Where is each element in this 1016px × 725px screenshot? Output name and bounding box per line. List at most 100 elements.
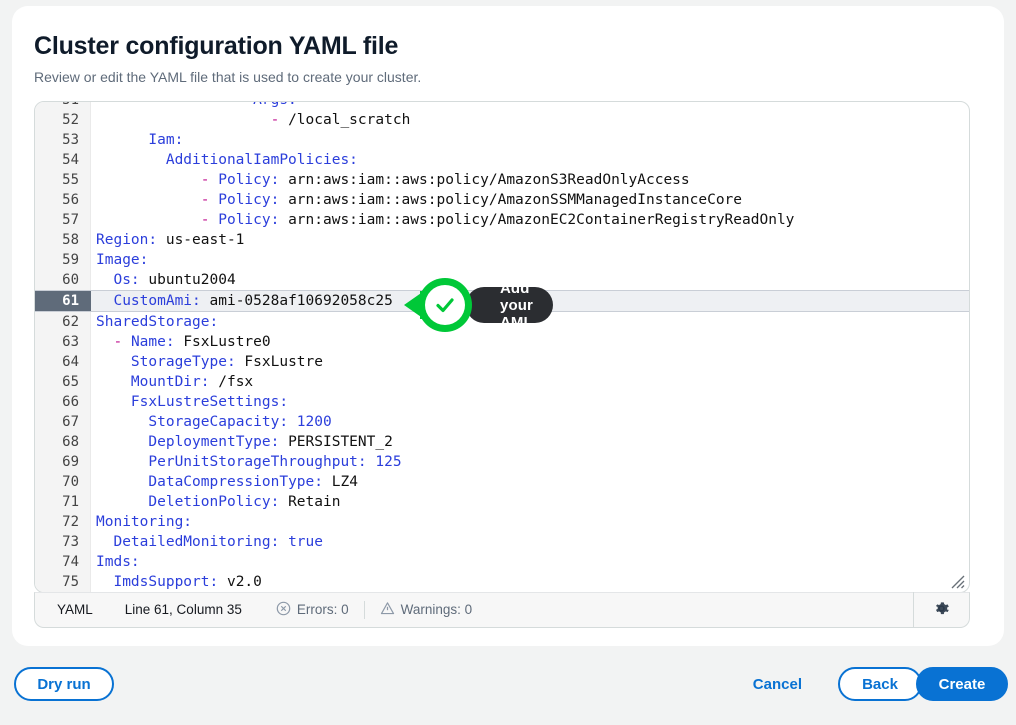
gear-icon xyxy=(932,599,951,621)
page-description: Review or edit the YAML file that is use… xyxy=(34,68,982,86)
code-token: /fsx xyxy=(210,374,254,390)
code-line[interactable]: 54 AdditionalIamPolicies: xyxy=(35,150,969,170)
yaml-code-editor[interactable]: 51 Args:52 - /local_scratch53 Iam:54 Add… xyxy=(34,101,970,593)
callout-pill: Add your AMI xyxy=(466,287,553,323)
code-line[interactable]: 58Region: us-east-1 xyxy=(35,230,969,250)
line-number: 71 xyxy=(35,492,91,512)
code-line-text: Monitoring: xyxy=(91,512,192,532)
code-token: CustomAmi: xyxy=(113,293,200,309)
code-line[interactable]: 59Image: xyxy=(35,250,969,270)
code-token: arn:aws:iam::aws:policy/AmazonSSMManaged… xyxy=(279,192,742,208)
code-line[interactable]: 71 DeletionPolicy: Retain xyxy=(35,492,969,512)
code-token: true xyxy=(279,534,323,550)
code-token: 1200 xyxy=(288,414,332,430)
code-line-text: Imds: xyxy=(91,552,140,572)
code-line-text: Region: us-east-1 xyxy=(91,230,244,250)
code-line[interactable]: 72Monitoring: xyxy=(35,512,969,532)
code-token: us-east-1 xyxy=(157,232,244,248)
code-line[interactable]: 51 Args: xyxy=(35,102,969,110)
status-errors[interactable]: Errors: 0 xyxy=(276,601,349,619)
code-line[interactable]: 57 - Policy: arn:aws:iam::aws:policy/Ama… xyxy=(35,210,969,230)
line-number: 54 xyxy=(35,150,91,170)
code-token: arn:aws:iam::aws:policy/AmazonEC2Contain… xyxy=(279,212,794,228)
dry-run-button[interactable]: Dry run xyxy=(14,667,114,701)
circle-x-icon xyxy=(276,601,291,619)
status-warnings[interactable]: Warnings: 0 xyxy=(380,601,473,619)
status-cursor-position: Line 61, Column 35 xyxy=(125,602,242,617)
code-line-text: DeploymentType: PERSISTENT_2 xyxy=(91,432,393,452)
code-line-text: Os: ubuntu2004 xyxy=(91,270,236,290)
code-line[interactable]: 56 - Policy: arn:aws:iam::aws:policy/Ama… xyxy=(35,190,969,210)
code-line[interactable]: 67 StorageCapacity: 1200 xyxy=(35,412,969,432)
page-root: Cluster configuration YAML file Review o… xyxy=(0,0,1016,725)
line-number: 69 xyxy=(35,452,91,472)
resize-handle-icon[interactable] xyxy=(951,575,965,589)
code-token: FsxLustreSettings: xyxy=(131,394,288,410)
code-line-text: - /local_scratch xyxy=(91,110,410,130)
code-line[interactable]: 70 DataCompressionType: LZ4 xyxy=(35,472,969,492)
code-line[interactable]: 75 ImdsSupport: v2.0 xyxy=(35,572,969,592)
check-circle-icon xyxy=(418,278,472,332)
code-token: StorageCapacity: xyxy=(148,414,288,430)
line-number: 67 xyxy=(35,412,91,432)
editor-scroll-area[interactable]: 51 Args:52 - /local_scratch53 Iam:54 Add… xyxy=(35,102,969,592)
line-number: 60 xyxy=(35,270,91,290)
code-line[interactable]: 63 - Name: FsxLustre0 xyxy=(35,332,969,352)
code-token: Os: xyxy=(113,272,139,288)
code-content[interactable]: 51 Args:52 - /local_scratch53 Iam:54 Add… xyxy=(35,102,969,592)
code-token: DataCompressionType: xyxy=(148,474,323,490)
code-token: LZ4 xyxy=(323,474,358,490)
line-number: 74 xyxy=(35,552,91,572)
code-line-text: - Policy: arn:aws:iam::aws:policy/Amazon… xyxy=(91,190,742,210)
cancel-button[interactable]: Cancel xyxy=(747,667,808,701)
code-line[interactable]: 73 DetailedMonitoring: true xyxy=(35,532,969,552)
code-token: Name: xyxy=(131,334,175,350)
code-token: 125 xyxy=(367,454,402,470)
code-token: /local_scratch xyxy=(288,112,410,128)
line-number: 72 xyxy=(35,512,91,532)
code-line[interactable]: 55 - Policy: arn:aws:iam::aws:policy/Ama… xyxy=(35,170,969,190)
code-line-text: FsxLustreSettings: xyxy=(91,392,288,412)
code-line[interactable]: 64 StorageType: FsxLustre xyxy=(35,352,969,372)
code-line[interactable]: 74 Imds: xyxy=(35,552,969,572)
status-divider xyxy=(364,601,365,619)
line-number: 64 xyxy=(35,352,91,372)
editor-settings-button[interactable] xyxy=(913,592,969,628)
code-token: FsxLustre xyxy=(236,354,323,370)
code-token: - xyxy=(271,112,288,128)
code-token: arn:aws:iam::aws:policy/AmazonS3ReadOnly… xyxy=(279,172,689,188)
code-line-text: Args: xyxy=(91,102,297,110)
line-number: 66 xyxy=(35,392,91,412)
code-line-text: ImdsSupport: v2.0 xyxy=(91,572,262,592)
warning-triangle-icon xyxy=(380,601,395,619)
code-line[interactable]: 53 Iam: xyxy=(35,130,969,150)
code-token: Imds: xyxy=(96,554,140,570)
code-token: DetailedMonitoring: xyxy=(113,534,279,550)
code-line[interactable]: 52 - /local_scratch xyxy=(35,110,969,130)
create-button[interactable]: Create xyxy=(916,667,1008,701)
code-line[interactable]: 65 MountDir: /fsx xyxy=(35,372,969,392)
callout-label: Add your AMI xyxy=(500,280,533,331)
code-line-text: - Policy: arn:aws:iam::aws:policy/Amazon… xyxy=(91,170,690,190)
code-token: v2.0 xyxy=(218,574,262,590)
line-number: 70 xyxy=(35,472,91,492)
editor-status-bar: YAML Line 61, Column 35 Errors: 0 xyxy=(34,592,970,628)
code-line[interactable]: 66 FsxLustreSettings: xyxy=(35,392,969,412)
code-line-text: - Policy: arn:aws:iam::aws:policy/Amazon… xyxy=(91,210,794,230)
status-warnings-label: Warnings: 0 xyxy=(401,602,473,617)
yaml-config-card: Cluster configuration YAML file Review o… xyxy=(12,6,1004,646)
code-line-text: SharedStorage: xyxy=(91,312,218,332)
line-number: 68 xyxy=(35,432,91,452)
status-language: YAML xyxy=(57,602,93,617)
wizard-footer: Dry run Cancel Back Create xyxy=(0,660,1016,716)
back-button[interactable]: Back xyxy=(838,667,922,701)
code-line-text: MountDir: /fsx xyxy=(91,372,253,392)
code-token: MountDir: xyxy=(131,374,210,390)
code-token: StorageType: xyxy=(131,354,236,370)
code-line[interactable]: 69 PerUnitStorageThroughput: 125 xyxy=(35,452,969,472)
code-token: Region: xyxy=(96,232,157,248)
code-line-text: Iam: xyxy=(91,130,183,150)
code-line-text: StorageCapacity: 1200 xyxy=(91,412,332,432)
code-line[interactable]: 68 DeploymentType: PERSISTENT_2 xyxy=(35,432,969,452)
line-number: 56 xyxy=(35,190,91,210)
